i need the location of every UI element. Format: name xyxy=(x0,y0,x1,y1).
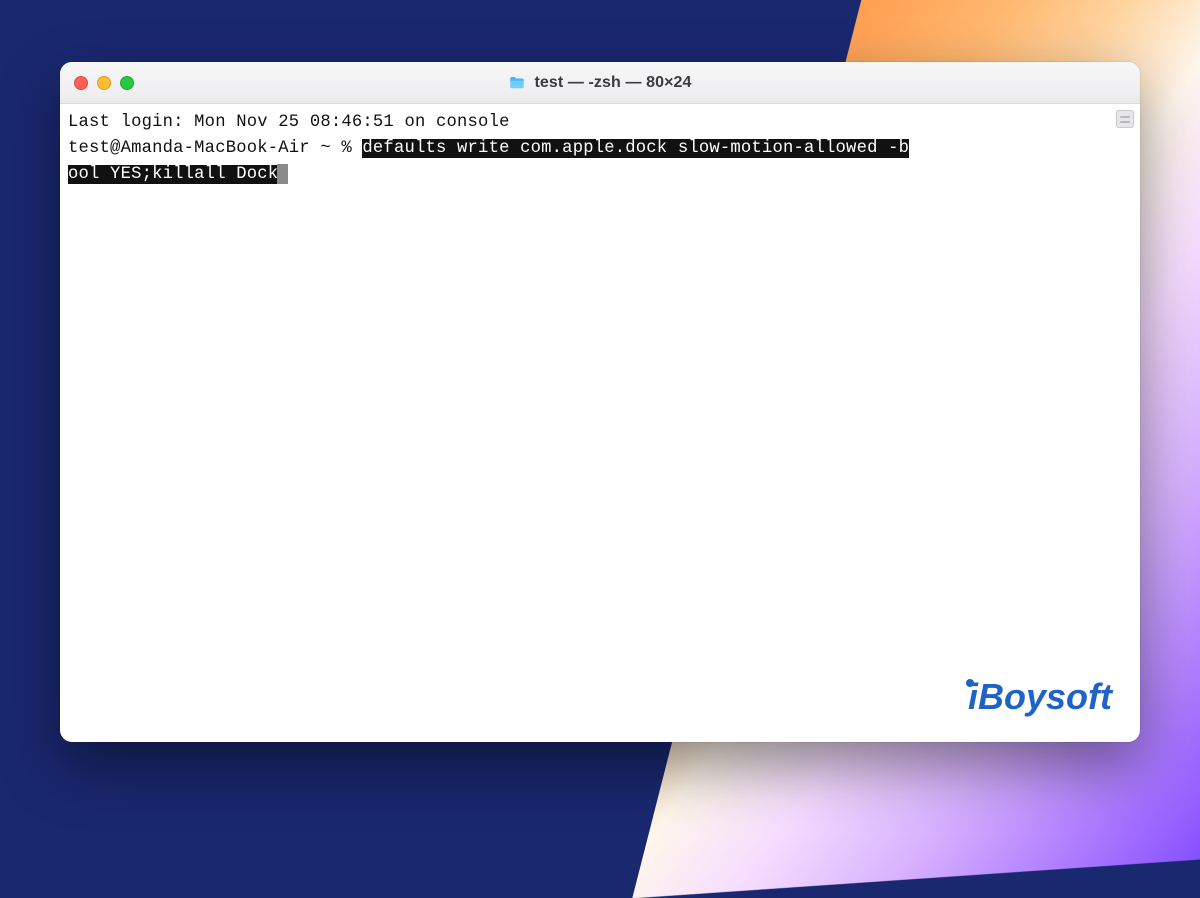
traffic-lights xyxy=(74,76,134,90)
folder-icon xyxy=(508,74,526,92)
watermark-text: iBoysoft xyxy=(968,676,1112,717)
text-cursor xyxy=(277,164,288,184)
window-titlebar[interactable]: test — -zsh — 80×24 xyxy=(60,62,1140,104)
watermark-logo: iBoysoft xyxy=(960,670,1112,724)
window-title: test — -zsh — 80×24 xyxy=(534,74,691,92)
scrollbar-grip-icon[interactable] xyxy=(1116,110,1134,128)
window-title-group: test — -zsh — 80×24 xyxy=(60,74,1140,92)
last-login-line: Last login: Mon Nov 25 08:46:51 on conso… xyxy=(68,113,510,132)
selected-command-part2[interactable]: ool YES;killall Dock xyxy=(68,165,278,184)
shell-prompt: test@Amanda-MacBook-Air ~ % xyxy=(68,139,362,158)
maximize-icon[interactable] xyxy=(120,76,134,90)
terminal-window: test — -zsh — 80×24 Last login: Mon Nov … xyxy=(60,62,1140,742)
minimize-icon[interactable] xyxy=(97,76,111,90)
terminal-content[interactable]: Last login: Mon Nov 25 08:46:51 on conso… xyxy=(60,104,1140,742)
selected-command-part1[interactable]: defaults write com.apple.dock slow-motio… xyxy=(362,139,909,158)
close-icon[interactable] xyxy=(74,76,88,90)
